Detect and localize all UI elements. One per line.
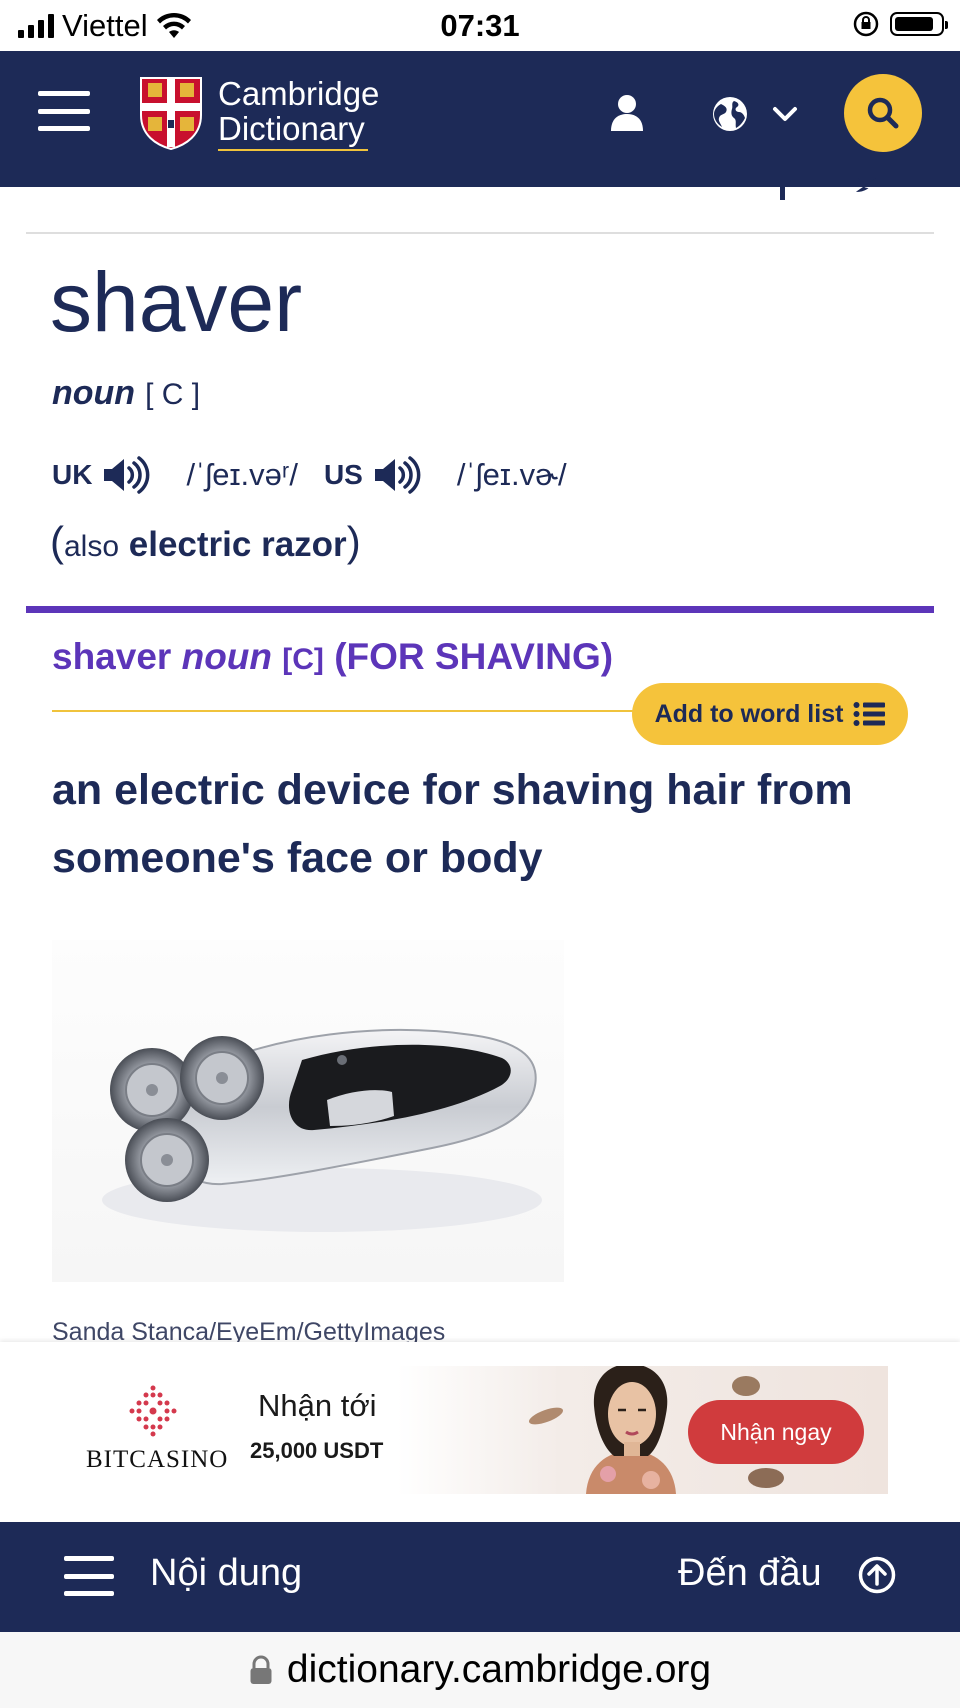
search-button[interactable] bbox=[844, 74, 922, 152]
browser-url-bar[interactable]: dictionary.cambridge.org bbox=[0, 1632, 960, 1708]
divider bbox=[26, 232, 934, 234]
ad-amount: 25,000 USDT bbox=[250, 1438, 384, 1463]
ad-banner[interactable]: BITCASINO Nhận tới 25,000 USDT Nhận ngay bbox=[70, 1366, 888, 1494]
cambridge-logo[interactable]: Cambridge Dictionary bbox=[138, 75, 379, 151]
paren-close: ) bbox=[346, 518, 361, 565]
bottom-nav: Nội dung Đến đầu bbox=[0, 1522, 960, 1632]
twitter-icon[interactable] bbox=[856, 178, 896, 208]
headword: shaver bbox=[50, 255, 303, 349]
us-ipa: /ˈʃeɪ.vɚ/ bbox=[456, 457, 567, 492]
us-label: US bbox=[323, 459, 363, 490]
rotation-lock-icon bbox=[853, 11, 879, 37]
ad-brand: BITCASINO bbox=[86, 1446, 229, 1473]
lock-icon bbox=[250, 1655, 272, 1684]
sense-underline bbox=[52, 710, 642, 712]
image-credit: Sanda Stanca/EyeEm/GettyImages bbox=[52, 1318, 446, 1342]
part-of-speech-line: noun [ C ] bbox=[52, 374, 200, 413]
cambridge-shield-icon bbox=[140, 77, 202, 151]
bitcasino-logo-icon bbox=[129, 1385, 177, 1437]
chevron-down-icon[interactable] bbox=[772, 106, 798, 124]
menu-icon[interactable] bbox=[38, 91, 90, 131]
status-icons bbox=[852, 10, 948, 38]
arrow-up-circle-icon[interactable] bbox=[858, 1556, 896, 1594]
uk-label: UK bbox=[52, 459, 93, 490]
sense-pos: noun bbox=[181, 636, 272, 677]
globe-icon[interactable] bbox=[712, 96, 748, 132]
uk-ipa: /ˈʃeɪ.vəʳ/ bbox=[186, 457, 298, 492]
logo-line2: Dictionary bbox=[218, 109, 365, 147]
pronunciation-line: UK /ˈʃeɪ.vəʳ/ US /ˈʃeɪ.vɚ/ bbox=[52, 456, 567, 494]
logo-line1: Cambridge bbox=[218, 74, 380, 112]
also-line: (also electric razor) bbox=[50, 518, 361, 566]
add-to-word-list-button[interactable]: Add to word list bbox=[632, 683, 908, 745]
list-icon bbox=[853, 702, 886, 726]
us-audio-speaker-icon[interactable] bbox=[373, 456, 423, 494]
sense-grammar[interactable]: [C] bbox=[282, 643, 324, 676]
ad-cta-button[interactable]: Nhận ngay bbox=[688, 1400, 864, 1464]
grammar-code[interactable]: [ C ] bbox=[145, 378, 200, 411]
clock: 07:31 bbox=[440, 8, 520, 43]
ad-headline: Nhận tới bbox=[258, 1388, 377, 1423]
add-to-word-list-label: Add to word list bbox=[654, 699, 844, 728]
variant-word[interactable]: electric razor bbox=[129, 525, 347, 564]
guideword: (FOR SHAVING) bbox=[334, 636, 614, 677]
url-text: dictionary.cambridge.org bbox=[286, 1648, 712, 1691]
site-header: Cambridge Dictionary bbox=[0, 51, 960, 187]
battery-icon bbox=[890, 12, 948, 36]
part-of-speech[interactable]: noun bbox=[52, 374, 135, 412]
also-label: also bbox=[64, 530, 120, 563]
search-icon bbox=[867, 97, 899, 129]
electric-shaver-illustration bbox=[102, 1029, 542, 1232]
sense-divider bbox=[26, 606, 934, 613]
shaver-image[interactable] bbox=[52, 940, 564, 1282]
sense-word: shaver bbox=[52, 636, 172, 677]
contents-link[interactable]: Nội dung bbox=[150, 1552, 302, 1595]
facebook-icon[interactable] bbox=[770, 180, 796, 214]
paren-open: ( bbox=[50, 518, 64, 565]
contents-menu-icon[interactable] bbox=[64, 1556, 114, 1596]
user-icon[interactable] bbox=[610, 94, 644, 132]
uk-audio-speaker-icon[interactable] bbox=[102, 456, 152, 494]
back-to-top-link[interactable]: Đến đầu bbox=[678, 1552, 822, 1595]
logo-wordmark: Cambridge Dictionary bbox=[218, 76, 379, 151]
status-bar: Viettel 07:31 bbox=[0, 0, 960, 51]
definition: an electric device for shaving hair from… bbox=[52, 766, 853, 882]
sense-header: shaver noun [C] (FOR SHAVING) bbox=[52, 636, 613, 678]
